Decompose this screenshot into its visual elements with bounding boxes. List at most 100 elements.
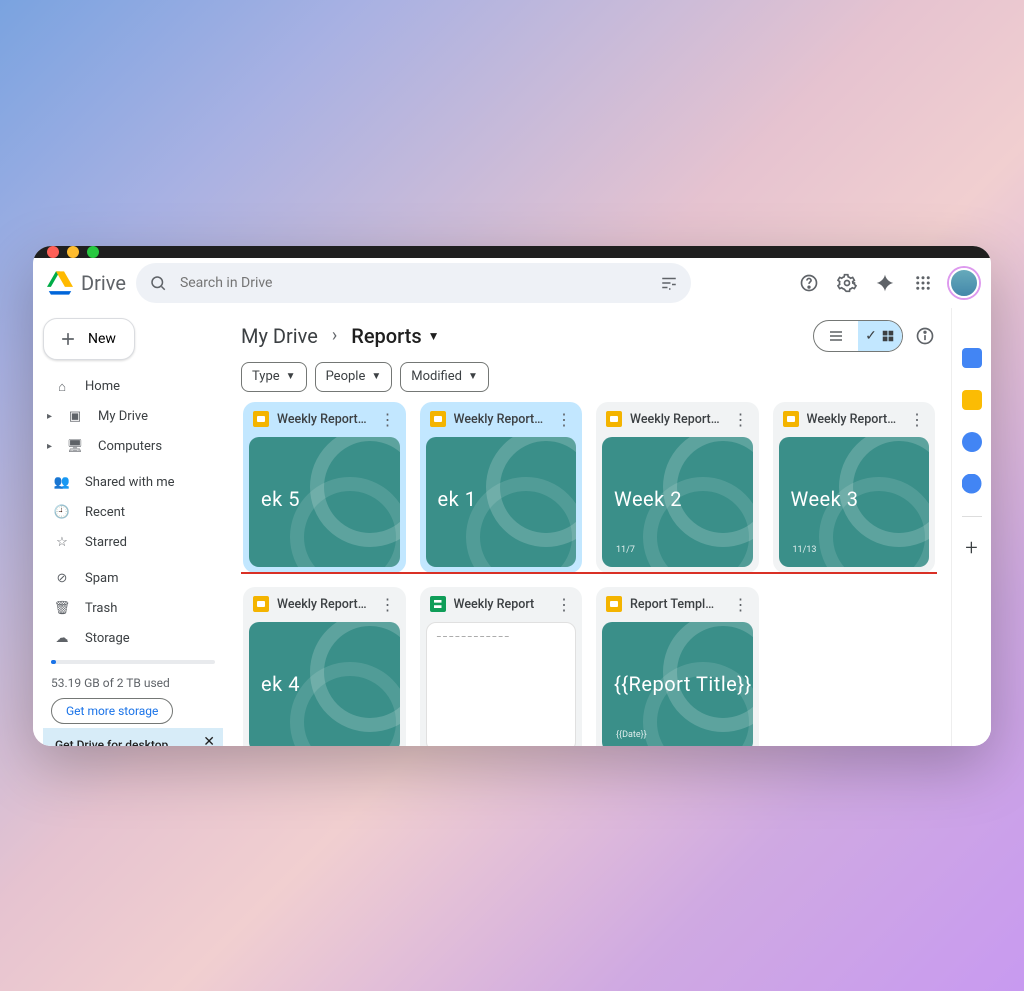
top-right-icons	[797, 268, 979, 298]
more-icon[interactable]: ⋮	[376, 410, 400, 429]
file-card[interactable]: Report Template ⋮ {{Report Title}}{{Date}}	[596, 587, 759, 746]
file-thumbnail: {{Report Title}}{{Date}}	[602, 622, 753, 746]
sidebar-item-label: My Drive	[98, 409, 148, 424]
chip-people[interactable]: People▼	[315, 362, 393, 392]
file-title: Weekly Report Presen…	[454, 412, 545, 427]
file-title: Weekly Report Presen…	[630, 412, 721, 427]
slides-icon	[606, 411, 622, 427]
file-card[interactable]: Weekly Report Presen… ⋮ ek 5	[243, 402, 406, 573]
browser-window: Drive	[33, 246, 991, 746]
caret-icon: ▸	[47, 411, 52, 422]
more-icon[interactable]: ⋮	[729, 595, 753, 614]
drive-icon	[47, 271, 73, 295]
more-icon[interactable]: ⋮	[376, 595, 400, 614]
sidebar-item-trash[interactable]: 🗑Trash	[43, 594, 223, 624]
keep-icon[interactable]	[962, 390, 982, 410]
slides-icon	[430, 411, 446, 427]
more-icon[interactable]: ⋮	[552, 410, 576, 429]
grid-view-button[interactable]: ✓	[858, 321, 902, 351]
sidebar-item-label: Shared with me	[85, 475, 175, 490]
settings-icon[interactable]	[835, 271, 859, 295]
help-icon[interactable]	[797, 271, 821, 295]
file-title: Weekly Report Presen…	[277, 597, 368, 612]
file-card[interactable]: Weekly Report⋮— — — — — — — — — — — —	[420, 587, 583, 746]
sidebar-item-shared[interactable]: 👥 Shared with me	[43, 468, 223, 498]
sidebar-item-mydrive[interactable]: ▸▣My Drive	[43, 402, 223, 432]
tasks-icon[interactable]	[962, 432, 982, 452]
trash-icon: 🗑	[53, 601, 71, 616]
slides-icon	[783, 411, 799, 427]
info-icon[interactable]	[913, 324, 937, 348]
add-addon-icon[interactable]: +	[962, 539, 982, 559]
promo-title: Get Drive for desktop	[55, 738, 211, 746]
chevron-right-icon: ›	[332, 325, 337, 346]
sidebar-item-recent[interactable]: 🕘Recent	[43, 498, 223, 528]
more-icon[interactable]: ⋮	[905, 410, 929, 429]
sidebar-item-starred[interactable]: ☆ Starred	[43, 528, 223, 558]
sidebar-item-label: Computers	[98, 439, 162, 454]
search-options-icon[interactable]	[657, 271, 681, 295]
slides-icon	[253, 411, 269, 427]
cloud-icon: ☁	[53, 631, 71, 646]
file-thumbnail: ek 4	[249, 622, 400, 746]
calendar-icon[interactable]	[962, 348, 982, 368]
more-icon[interactable]: ⋮	[729, 410, 753, 429]
chip-type[interactable]: Type▼	[241, 362, 307, 392]
drive-app: Drive	[33, 258, 991, 746]
breadcrumb: My Drive › Reports ▼ ✓	[241, 314, 937, 358]
search-bar[interactable]	[136, 263, 691, 303]
sidebar: New ⌂Home ▸▣My Drive ▸🖥Computers 👥 Shared…	[33, 308, 233, 746]
file-thumbnail: Week 211/7	[602, 437, 753, 567]
more-icon[interactable]: ⋮	[552, 595, 576, 614]
app-name: Drive	[81, 271, 126, 295]
sidebar-item-spam[interactable]: ⊘Spam	[43, 564, 223, 594]
sidebar-item-storage[interactable]: ☁Storage	[43, 624, 223, 654]
file-title: Report Template	[630, 597, 721, 612]
file-card[interactable]: Weekly Report Presen…⋮ek 1	[420, 402, 583, 573]
file-title: Weekly Report Presen…	[807, 412, 898, 427]
file-card[interactable]: Weekly Report Presen…⋮Week 311/13	[773, 402, 936, 573]
sidebar-item-computers[interactable]: ▸🖥Computers	[43, 432, 223, 462]
clock-icon: 🕘	[53, 505, 71, 520]
side-panel: + ›	[951, 308, 991, 746]
breadcrumb-current[interactable]: Reports ▼	[351, 324, 439, 348]
window-minimize[interactable]	[67, 246, 79, 258]
sidebar-item-label: Starred	[85, 535, 127, 550]
main-pane: My Drive › Reports ▼ ✓ Type▼	[233, 308, 951, 746]
chip-modified[interactable]: Modified▼	[400, 362, 489, 392]
account-avatar[interactable]	[949, 268, 979, 298]
file-card[interactable]: Weekly Report Presen… ⋮ Week 211/7	[596, 402, 759, 573]
filter-chips: Type▼ People▼ Modified▼	[241, 358, 937, 400]
search-input[interactable]	[180, 275, 647, 291]
gemini-icon[interactable]	[873, 271, 897, 295]
chevron-down-icon: ▼	[428, 329, 440, 343]
get-more-storage-button[interactable]: Get more storage	[51, 698, 173, 724]
view-toggle: ✓	[813, 320, 903, 352]
chevron-down-icon: ▼	[286, 371, 296, 382]
storage-bar	[51, 660, 215, 664]
file-grid: Weekly Report Presen…⋮ek 5Weekly Report …	[241, 400, 937, 746]
file-title: Weekly Report	[454, 597, 545, 612]
sheets-icon	[430, 596, 446, 612]
window-close[interactable]	[47, 246, 59, 258]
apps-icon[interactable]	[911, 271, 935, 295]
close-icon[interactable]: ✕	[203, 734, 215, 746]
breadcrumb-parent[interactable]: My Drive	[241, 324, 318, 348]
star-icon: ☆	[53, 535, 71, 550]
new-button-label: New	[88, 331, 116, 347]
slides-icon	[606, 596, 622, 612]
shared-icon: 👥	[53, 475, 71, 490]
contacts-icon[interactable]	[962, 474, 982, 494]
file-thumbnail: ek 5	[249, 437, 400, 567]
window-zoom[interactable]	[87, 246, 99, 258]
caret-icon: ▸	[47, 441, 52, 452]
new-button[interactable]: New	[43, 318, 135, 360]
check-icon: ✓	[865, 328, 877, 344]
sidebar-item-label: Home	[85, 379, 120, 394]
file-card[interactable]: Weekly Report Presen… ⋮ ek 4	[243, 587, 406, 746]
file-title: Weekly Report Presen…	[277, 412, 368, 427]
sidebar-item-home[interactable]: ⌂Home	[43, 372, 223, 402]
drive-logo[interactable]: Drive	[47, 271, 126, 295]
list-view-button[interactable]	[814, 321, 858, 351]
spam-icon: ⊘	[53, 571, 71, 586]
